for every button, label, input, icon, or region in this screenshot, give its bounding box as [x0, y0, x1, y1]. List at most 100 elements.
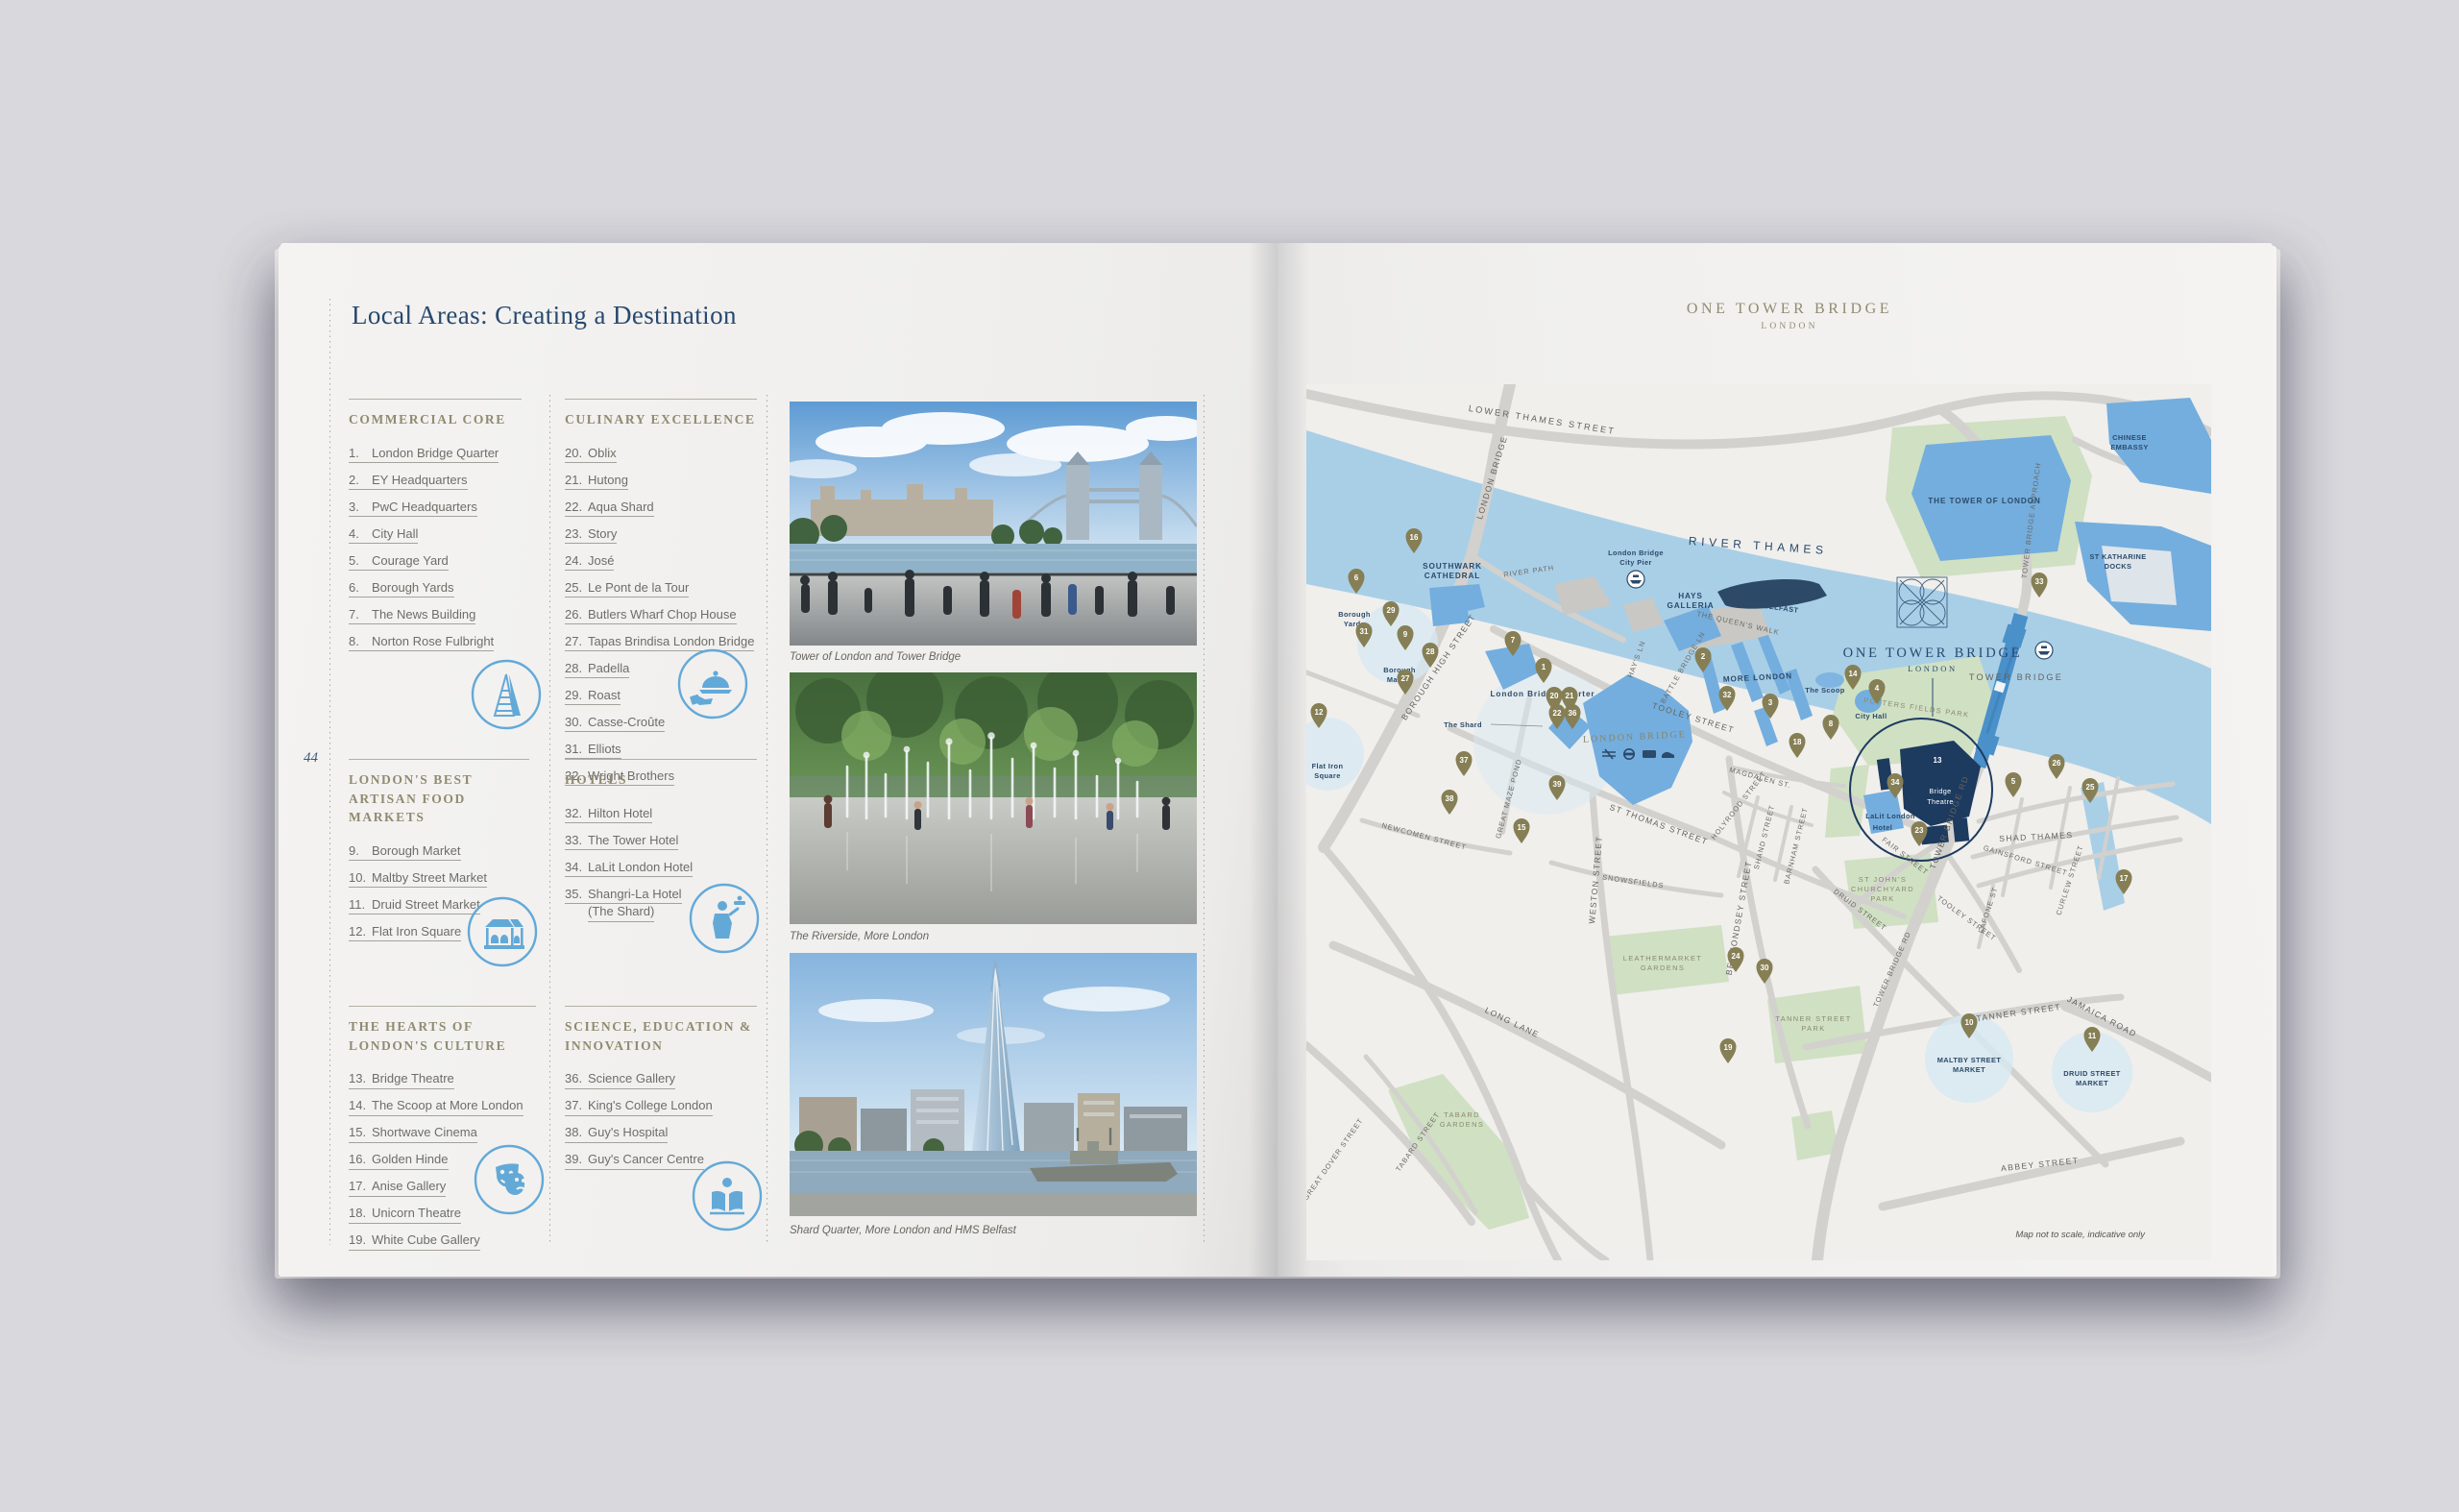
list-item: 23.Story — [565, 526, 757, 545]
page-number-left: 44 — [304, 750, 318, 767]
svg-text:36: 36 — [1569, 709, 1577, 718]
map-footnote: Map not to scale, indicative only — [2015, 1230, 2146, 1240]
section-list: 36.Science Gallery 37.King's College Lond… — [565, 1071, 757, 1170]
section-science-education: SCIENCE, EDUCATION & INNOVATION 36.Scien… — [565, 1006, 757, 1179]
dotted-divider — [549, 395, 550, 1245]
shard-icon — [470, 658, 543, 731]
section-culture: THE HEARTS OF LONDON'S CULTURE 13.Bridge… — [349, 1006, 536, 1259]
brand-emblem — [1897, 577, 1947, 627]
svg-text:31: 31 — [1360, 627, 1369, 636]
section-culinary-excellence: CULINARY EXCELLENCE 20.Oblix21.Hutong22.… — [565, 399, 757, 795]
svg-text:30: 30 — [1761, 963, 1769, 972]
svg-text:26: 26 — [2053, 759, 2061, 768]
list-item: 37.King's College London — [565, 1098, 757, 1116]
section-header: CULINARY EXCELLENCE — [565, 410, 757, 429]
map-label: London Bridge Quarter — [1491, 690, 1595, 698]
list-item: 8.Norton Rose Fulbright — [349, 634, 522, 652]
dotted-divider — [1204, 395, 1205, 1245]
photo-shard-quarter — [790, 953, 1197, 1216]
svg-text:5: 5 — [2011, 777, 2016, 786]
cloche-icon — [676, 647, 749, 720]
svg-text:2: 2 — [1701, 652, 1706, 661]
list-item: 22.Aqua Shard — [565, 500, 757, 518]
section-list: 1.London Bridge Quarter 2.EY Headquarters… — [349, 446, 522, 652]
theatre-masks-icon — [473, 1143, 546, 1216]
list-item: 15.Shortwave Cinema — [349, 1125, 536, 1143]
svg-text:16: 16 — [1410, 533, 1419, 542]
section-commercial-core: COMMERCIAL CORE 1.London Bridge Quarter2… — [349, 399, 522, 661]
photo-riverside-fountains — [790, 672, 1197, 924]
photo-riverside-art — [790, 672, 1197, 924]
photo-shard-art — [790, 953, 1197, 1216]
map-label: SOUTHWARKCATHEDRAL — [1423, 562, 1482, 580]
list-item: 21.Hutong — [565, 473, 757, 491]
svg-text:21: 21 — [1566, 692, 1574, 700]
photo-caption: The Riverside, More London — [790, 931, 929, 942]
section-list: 20.Oblix21.Hutong22.Aqua Shard23.Story24… — [565, 446, 757, 787]
photo-caption: Tower of London and Tower Bridge — [790, 651, 961, 663]
svg-text:19: 19 — [1724, 1043, 1733, 1052]
map-label: Flat IronSquare — [1312, 762, 1344, 780]
map-label: CHINESEEMBASSY — [2110, 433, 2148, 451]
svg-text:32: 32 — [1723, 691, 1732, 699]
svg-text:12: 12 — [1315, 708, 1324, 717]
svg-text:17: 17 — [2120, 874, 2129, 883]
svg-text:33: 33 — [2035, 577, 2044, 586]
svg-text:18: 18 — [1793, 738, 1802, 746]
map-label: TABARDGARDENS — [1440, 1110, 1484, 1129]
location-map: Bridge Theatre ONE TOWER BRIDGE LONDON L… — [1306, 384, 2211, 1260]
list-item: 7.The News Building — [349, 607, 522, 625]
svg-text:20: 20 — [1550, 692, 1559, 700]
map-label: THE TOWER OF LONDON — [1928, 497, 2040, 505]
list-item: 1.London Bridge Quarter — [349, 446, 522, 464]
list-item: 36.Science Gallery — [565, 1071, 757, 1089]
list-item: 2.EY Headquarters — [349, 473, 522, 491]
list-item: 5.Courage Yard — [349, 553, 522, 572]
svg-text:10: 10 — [1965, 1018, 1974, 1027]
svg-text:15: 15 — [1518, 823, 1526, 832]
svg-text:22: 22 — [1553, 709, 1562, 718]
svg-text:7: 7 — [1511, 636, 1516, 645]
list-item: 24.José — [565, 553, 757, 572]
left-page: Local Areas: Creating a Destination 44 C… — [280, 243, 1278, 1277]
svg-text:8: 8 — [1829, 719, 1834, 728]
svg-text:13: 13 — [1934, 756, 1942, 765]
map-label: The Scoop — [1805, 686, 1844, 695]
map-logo-line2: LONDON — [1908, 664, 1957, 673]
svg-text:24: 24 — [1732, 952, 1741, 961]
map-label: The Shard — [1444, 720, 1482, 729]
dotted-divider — [329, 299, 330, 1245]
svg-text:34: 34 — [1891, 778, 1900, 787]
map-label: LaLit London — [1865, 812, 1915, 820]
list-item: 3.PwC Headquarters — [349, 500, 522, 518]
right-page: ONE TOWER BRIDGE LONDON 45 — [1278, 243, 2273, 1277]
page-title: Local Areas: Creating a Destination — [352, 301, 737, 330]
list-item: 32.Hilton Hotel — [565, 806, 757, 824]
brand-line1: ONE TOWER BRIDGE — [1631, 301, 1948, 318]
svg-text:37: 37 — [1460, 756, 1469, 765]
site-label-line1: Bridge — [1929, 787, 1951, 795]
list-item: 31.Elliots — [565, 742, 757, 760]
photo-tower-bridge — [790, 402, 1197, 646]
list-item: 26.Butlers Wharf Chop House — [565, 607, 757, 625]
list-item: 25.Le Pont de la Tour — [565, 580, 757, 598]
market-stall-icon — [466, 895, 539, 968]
map-label: TOWER BRIDGE — [1969, 672, 2063, 682]
svg-text:29: 29 — [1387, 606, 1396, 615]
reading-icon — [691, 1159, 764, 1232]
brand-line2: LONDON — [1631, 322, 1948, 331]
svg-text:3: 3 — [1768, 698, 1773, 707]
list-item: 19.White Cube Gallery — [349, 1232, 536, 1251]
list-item: 34.LaLit London Hotel — [565, 860, 757, 878]
svg-text:6: 6 — [1354, 573, 1359, 582]
list-item: 10.Maltby Street Market — [349, 870, 529, 889]
svg-text:11: 11 — [2088, 1032, 2097, 1040]
list-item: 6.Borough Yards — [349, 580, 522, 598]
map-label: City Hall — [1855, 712, 1887, 720]
list-item: 4.City Hall — [349, 526, 522, 545]
section-header: THE HEARTS OF LONDON'S CULTURE — [349, 1017, 536, 1055]
svg-text:39: 39 — [1553, 780, 1562, 789]
brand-header: ONE TOWER BRIDGE LONDON — [1631, 301, 1948, 331]
svg-text:25: 25 — [2086, 783, 2095, 792]
list-item: 13.Bridge Theatre — [349, 1071, 536, 1089]
